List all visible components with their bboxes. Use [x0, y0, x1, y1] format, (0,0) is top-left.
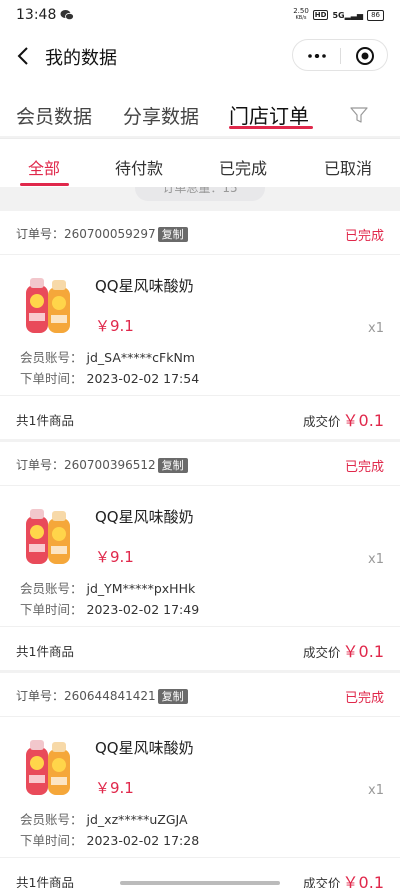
page-title: 我的数据	[45, 48, 117, 69]
member-account-value: jd_xz*****uZGJA	[86, 812, 188, 827]
net-speed-unit: KB/s	[295, 15, 307, 21]
status-tab-all[interactable]: 全部	[28, 155, 60, 179]
order-number-value: 260644841421	[64, 689, 156, 703]
deal-price: 成交价 ￥0.1	[303, 407, 384, 431]
signal-label: 5G	[332, 10, 345, 20]
order-status: 已完成	[344, 460, 384, 475]
order-footer: 共1件商品 成交价 ￥0.1	[0, 626, 400, 670]
product-quantity: x1	[368, 552, 384, 567]
member-account-label: 会员账号：	[20, 350, 83, 365]
order-header: 订单号：260644841421 复制 已完成	[0, 673, 400, 717]
product-quantity: x1	[368, 783, 384, 798]
member-account-row: 会员账号： jd_xz*****uZGJA	[20, 809, 188, 828]
order-total-badge: 订单总量：15	[135, 187, 265, 201]
more-icon[interactable]	[307, 54, 327, 58]
deal-price-value: ￥0.1	[342, 642, 384, 661]
order-time-value: 2023-02-02 17:28	[86, 833, 200, 848]
deal-price: 成交价 ￥0.1	[303, 638, 384, 662]
order-number-label: 订单号：	[16, 458, 65, 472]
order-time-row: 下单时间： 2023-02-02 17:54	[20, 368, 199, 387]
order-number: 订单号：260700059297 复制	[16, 225, 188, 242]
member-account-label: 会员账号：	[20, 581, 83, 596]
product-price: ￥9.1	[95, 317, 134, 335]
order-header: 订单号：260700059297 复制 已完成	[0, 211, 400, 255]
order-time-label: 下单时间：	[20, 833, 83, 848]
tab-store-orders[interactable]: 门店订单	[229, 100, 309, 129]
order-time-value: 2023-02-02 17:49	[86, 602, 200, 617]
product-price: ￥9.1	[95, 779, 134, 797]
product-image[interactable]	[22, 506, 76, 570]
product-name[interactable]: QQ星风味酸奶	[95, 737, 194, 758]
status-time: 13:48	[16, 7, 57, 23]
capsule-divider	[340, 48, 341, 64]
status-tab-indicator	[20, 183, 69, 186]
status-tab-completed[interactable]: 已完成	[219, 155, 267, 179]
home-indicator[interactable]	[120, 881, 280, 885]
order-time-row: 下单时间： 2023-02-02 17:28	[20, 830, 199, 849]
order-number: 订单号：260644841421 复制	[16, 687, 188, 704]
member-account-value: jd_YM*****pxHHk	[86, 581, 196, 596]
status-indicators: 2.50 KB/s HD 5G▂▃▅ 86	[293, 8, 384, 22]
item-count: 共1件商品	[16, 413, 74, 428]
status-bar: 13:48 2.50 KB/s HD 5G▂▃▅ 86	[0, 0, 400, 32]
product-image[interactable]	[22, 275, 76, 339]
order-number-label: 订单号：	[16, 689, 65, 703]
tab-member-data[interactable]: 会员数据	[16, 102, 92, 129]
nav-bar: 我的数据	[0, 32, 400, 80]
deal-price-value: ￥0.1	[342, 411, 384, 430]
status-filter-tabs: 全部 待付款 已完成 已取消	[0, 139, 400, 187]
net-speed: 2.50 KB/s	[293, 8, 309, 22]
deal-price: 成交价 ￥0.1	[303, 869, 384, 888]
product-image[interactable]	[22, 737, 76, 801]
member-account-value: jd_SA*****cFkNm	[86, 350, 195, 365]
order-time-row: 下单时间： 2023-02-02 17:49	[20, 599, 199, 618]
order-number-label: 订单号：	[16, 227, 65, 241]
order-card[interactable]: 订单号：260700396512 复制 已完成 QQ星风味酸奶 ￥9.1 x1 会…	[0, 442, 400, 670]
filter-icon[interactable]	[350, 106, 368, 124]
order-card[interactable]: 订单号：260700059297 复制 已完成 QQ星风味酸奶 ￥9.1 x1 会…	[0, 211, 400, 439]
battery-icon: 86	[367, 9, 384, 21]
deal-price-label: 成交价	[303, 414, 341, 429]
order-card[interactable]: 订单号：260644841421 复制 已完成 QQ星风味酸奶 ￥9.1 x1 会…	[0, 673, 400, 888]
order-number-value: 260700059297	[64, 227, 156, 241]
wechat-icon	[60, 10, 74, 21]
product-price: ￥9.1	[95, 548, 134, 566]
copy-button[interactable]: 复制	[157, 227, 188, 242]
order-status: 已完成	[344, 691, 384, 706]
net-speed-value: 2.50	[293, 7, 309, 15]
order-time-label: 下单时间：	[20, 371, 83, 386]
order-footer: 共1件商品 成交价 ￥0.1	[0, 395, 400, 439]
member-account-row: 会员账号： jd_YM*****pxHHk	[20, 578, 195, 597]
member-account-label: 会员账号：	[20, 812, 83, 827]
deal-price-label: 成交价	[303, 876, 341, 888]
order-time-label: 下单时间：	[20, 602, 83, 617]
mini-program-capsule	[292, 39, 388, 71]
main-tab-indicator	[229, 126, 313, 129]
copy-button[interactable]: 复制	[157, 458, 188, 473]
copy-button[interactable]: 复制	[157, 689, 188, 704]
order-header: 订单号：260700396512 复制 已完成	[0, 442, 400, 486]
status-tab-pending-payment[interactable]: 待付款	[115, 155, 163, 179]
tab-share-data[interactable]: 分享数据	[123, 102, 199, 129]
item-count: 共1件商品	[16, 644, 74, 659]
product-name[interactable]: QQ星风味酸奶	[95, 506, 194, 527]
member-account-row: 会员账号： jd_SA*****cFkNm	[20, 347, 195, 366]
product-name[interactable]: QQ星风味酸奶	[95, 275, 194, 296]
order-time-value: 2023-02-02 17:54	[86, 371, 200, 386]
order-number-value: 260700396512	[64, 458, 156, 472]
order-number: 订单号：260700396512 复制	[16, 456, 188, 473]
hd-badge: HD	[312, 10, 329, 20]
main-tabs: 会员数据 分享数据 门店订单	[0, 80, 400, 136]
product-quantity: x1	[368, 321, 384, 336]
deal-price-value: ￥0.1	[342, 873, 384, 888]
deal-price-label: 成交价	[303, 645, 341, 660]
close-mini-program-icon[interactable]	[355, 46, 375, 66]
status-tab-cancelled[interactable]: 已取消	[324, 155, 372, 179]
order-list[interactable]: 订单总量：15 订单号：260700059297 复制 已完成 QQ星风味酸奶 ￥…	[0, 187, 400, 888]
back-arrow-icon[interactable]	[14, 44, 34, 68]
order-status: 已完成	[344, 229, 384, 244]
signal-icon: 5G▂▃▅	[332, 10, 364, 20]
item-count: 共1件商品	[16, 875, 74, 888]
